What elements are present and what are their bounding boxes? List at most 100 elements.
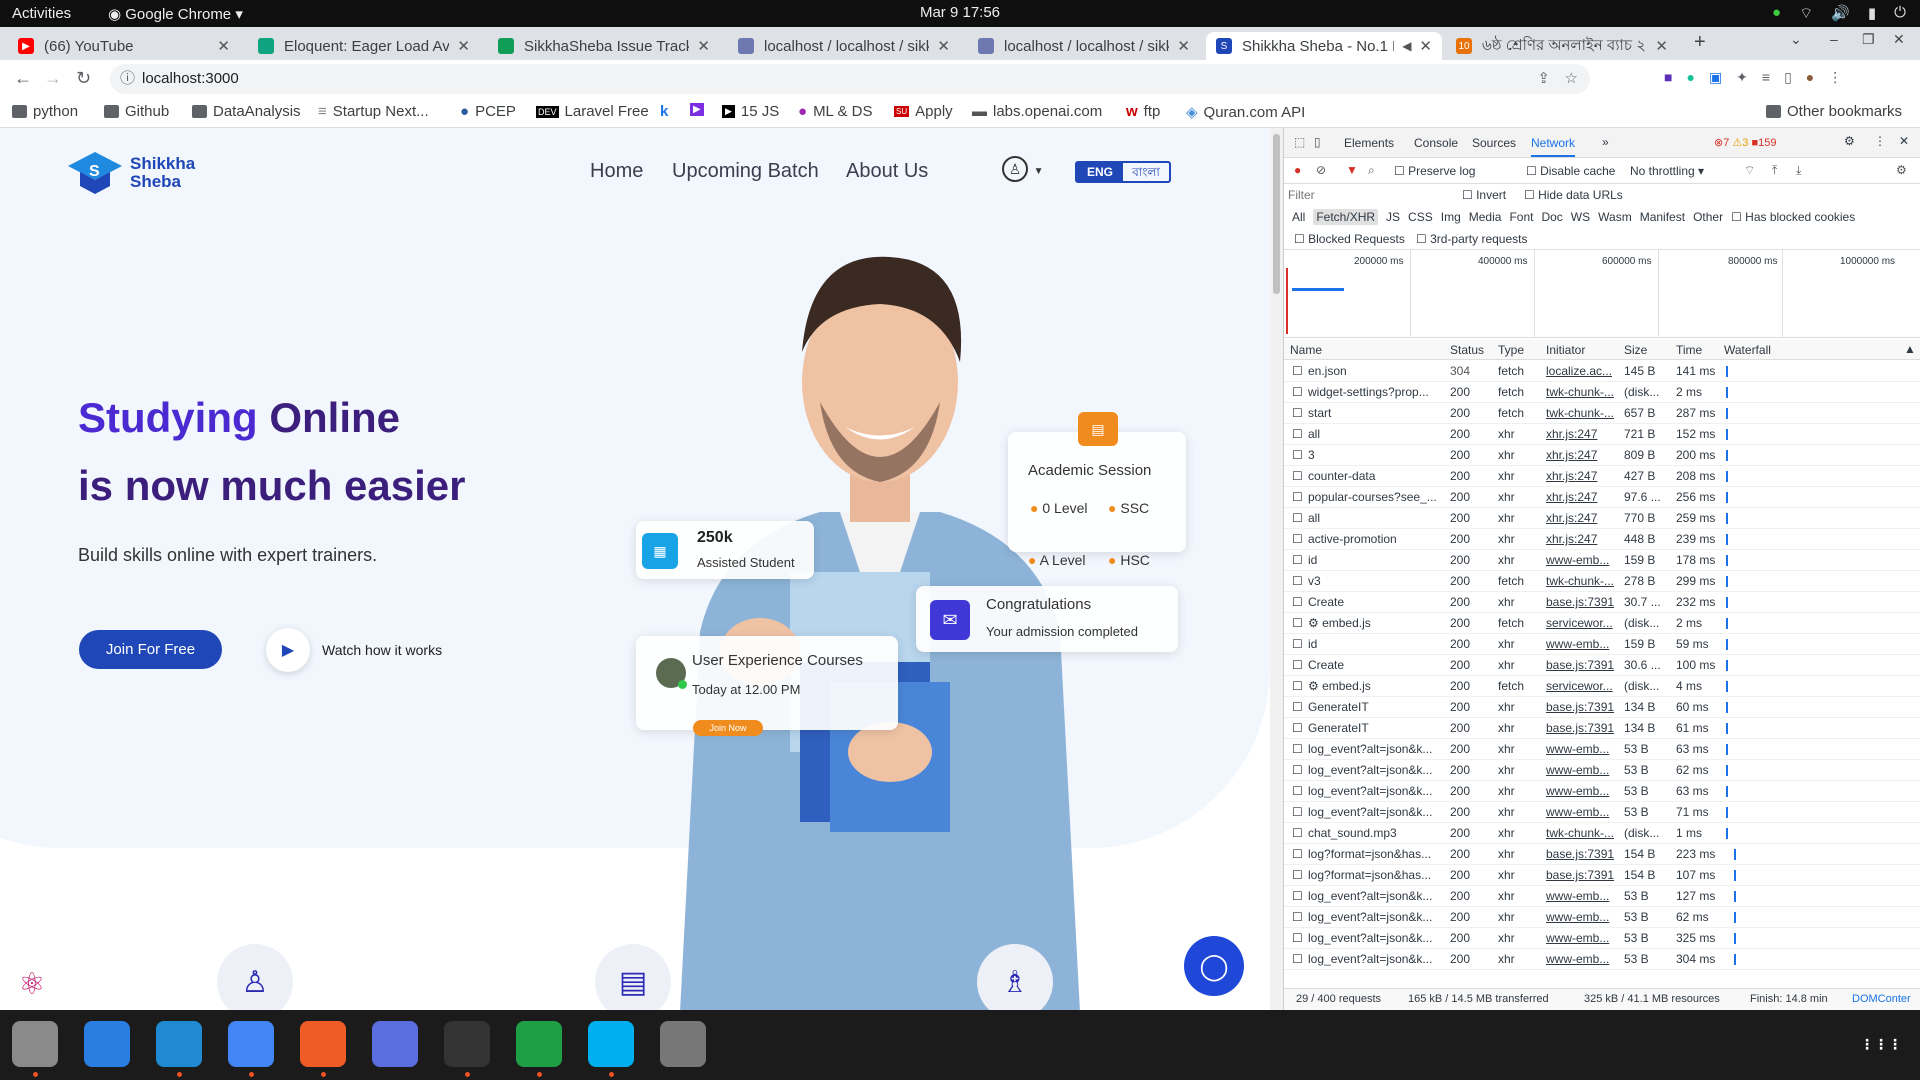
files-app-icon[interactable] xyxy=(12,1021,58,1067)
wifi-icon[interactable]: ⌔ xyxy=(1799,4,1813,23)
request-row[interactable]: ☐ log_event?alt=json&k... 200 xhr www-emb...… xyxy=(1284,907,1920,928)
cell-initiator[interactable]: base.js:7391 xyxy=(1546,844,1620,865)
grammarly-icon[interactable]: ● xyxy=(1686,69,1694,86)
preserve-log-checkbox[interactable]: ☐ Preserve log xyxy=(1394,164,1475,178)
calc-app-icon[interactable] xyxy=(516,1021,562,1067)
extension-icon[interactable]: ▣ xyxy=(1709,69,1722,86)
cell-initiator[interactable]: www-emb... xyxy=(1546,802,1620,823)
close-icon[interactable]: ✕ xyxy=(697,37,710,55)
type-filter-img[interactable]: Img xyxy=(1441,210,1461,224)
column-header-size[interactable]: Size xyxy=(1624,343,1647,357)
clock[interactable]: Mar 9 17:56 xyxy=(0,4,1920,21)
bookmark-dataanalysis[interactable]: DataAnalysis xyxy=(192,103,301,120)
request-row[interactable]: ☐ ⚙ embed.js 200 fetch servicewor... (disk...… xyxy=(1284,676,1920,697)
export-har-icon[interactable]: ⤓ xyxy=(1796,163,1801,178)
cell-initiator[interactable]: www-emb... xyxy=(1546,739,1620,760)
cell-initiator[interactable]: base.js:7391 xyxy=(1546,718,1620,739)
cell-initiator[interactable]: xhr.js:247 xyxy=(1546,445,1620,466)
import-har-icon[interactable]: ⤒ xyxy=(1772,163,1777,178)
system-tray[interactable]: ● ⌔ 🔊 ▮ ⏻ xyxy=(1772,4,1906,23)
hide-data-urls-checkbox[interactable]: ☐ Hide data URLs xyxy=(1524,188,1623,202)
bookmark-startup[interactable]: ≡ Startup Next... xyxy=(318,103,429,120)
forward-button[interactable]: → xyxy=(44,68,62,89)
request-row[interactable]: ☐ v3 200 fetch twk-chunk-... 278 B 299 ms xyxy=(1284,571,1920,592)
column-header-time[interactable]: Time xyxy=(1676,343,1702,357)
writer-app-icon[interactable] xyxy=(84,1021,130,1067)
more-tabs-icon[interactable]: » xyxy=(1602,135,1609,149)
cell-initiator[interactable]: www-emb... xyxy=(1546,886,1620,907)
other-bookmarks[interactable]: Other bookmarks xyxy=(1766,103,1902,120)
settings-gear-icon[interactable]: ⚙ xyxy=(1844,134,1855,148)
close-devtools-icon[interactable]: ✕ xyxy=(1899,134,1909,148)
devtools-tab-sources[interactable]: Sources xyxy=(1472,136,1516,150)
join-now-button[interactable]: Join Now xyxy=(693,720,763,736)
terminal-app-icon[interactable] xyxy=(444,1021,490,1067)
reload-button[interactable]: ↻ xyxy=(76,68,91,89)
bookmark-mlds[interactable]: ● ML & DS xyxy=(798,103,873,120)
disable-cache-checkbox[interactable]: ☐ Disable cache xyxy=(1526,164,1615,178)
lang-bn-button[interactable]: বাংলা xyxy=(1123,163,1169,181)
cell-initiator[interactable]: xhr.js:247 xyxy=(1546,508,1620,529)
cell-initiator[interactable]: twk-chunk-... xyxy=(1546,382,1620,403)
request-row[interactable]: ☐ counter-data 200 xhr xhr.js:247 427 B 208 ms xyxy=(1284,466,1920,487)
bookmark-quran[interactable]: ◈ Quran.com API xyxy=(1186,103,1305,122)
third-party-checkbox[interactable]: ☐ 3rd-party requests xyxy=(1416,232,1527,246)
power-icon[interactable]: ⏻ xyxy=(1894,4,1906,23)
tab-phpmyadmin-1[interactable]: localhost / localhost / sikk ✕ xyxy=(728,32,960,60)
skype-app-icon[interactable] xyxy=(588,1021,634,1067)
request-row[interactable]: ☐ log_event?alt=json&k... 200 xhr www-emb...… xyxy=(1284,739,1920,760)
site-logo[interactable]: S Shikkha Sheba xyxy=(66,150,195,196)
settings-app-icon[interactable] xyxy=(660,1021,706,1067)
request-row[interactable]: ☐ log_event?alt=json&k... 200 xhr www-emb...… xyxy=(1284,781,1920,802)
devtools-tab-console[interactable]: Console xyxy=(1414,136,1458,150)
issues-counter[interactable]: ⊗7 ⚠3 ■159 xyxy=(1714,136,1776,149)
request-row[interactable]: ☐ log_event?alt=json&k... 200 xhr www-emb...… xyxy=(1284,928,1920,949)
nav-about-us[interactable]: About Us xyxy=(846,160,928,183)
cell-initiator[interactable]: www-emb... xyxy=(1546,781,1620,802)
bookmark-star-icon[interactable]: ☆ xyxy=(1565,64,1578,94)
back-button[interactable]: ← xyxy=(14,68,32,89)
address-bar[interactable]: ⓘ localhost:3000 ⇪ ☆ xyxy=(110,64,1590,94)
request-row[interactable]: ☐ Create 200 xhr base.js:7391 30.6 ... 100 ms xyxy=(1284,655,1920,676)
bookmark-ftp[interactable]: w ftp xyxy=(1126,103,1160,120)
type-filter-font[interactable]: Font xyxy=(1509,210,1533,224)
request-row[interactable]: ☐ Create 200 xhr base.js:7391 30.7 ... 232 ms xyxy=(1284,592,1920,613)
request-row[interactable]: ☐ chat_sound.mp3 200 xhr twk-chunk-... (disk.… xyxy=(1284,823,1920,844)
cell-initiator[interactable]: base.js:7391 xyxy=(1546,697,1620,718)
invert-checkbox[interactable]: ☐ Invert xyxy=(1462,188,1506,202)
throttling-select[interactable]: No throttling ▾ xyxy=(1630,164,1704,178)
chat-widget-button[interactable]: ◯ xyxy=(1184,936,1244,996)
column-header-type[interactable]: Type xyxy=(1498,343,1524,357)
cell-initiator[interactable]: www-emb... xyxy=(1546,550,1620,571)
tab-youtube[interactable]: ▶ (66) YouTube ✕ xyxy=(8,32,240,60)
volume-icon[interactable]: 🔊 xyxy=(1831,4,1850,23)
show-apps-icon[interactable]: ⋮⋮⋮ xyxy=(1858,1021,1904,1067)
inspect-icon[interactable]: ⬚ xyxy=(1294,135,1305,149)
mute-icon[interactable]: ◀ xyxy=(1402,39,1411,53)
tab-bangla-batch[interactable]: 10 ৬ষ্ঠ শ্রেণির অনলাইন ব্যাচ ২০২৩ ✕ xyxy=(1446,32,1678,60)
menu-icon[interactable]: ⋮ xyxy=(1828,69,1842,86)
devtools-tab-elements[interactable]: Elements xyxy=(1344,136,1394,150)
cell-initiator[interactable]: www-emb... xyxy=(1546,928,1620,949)
request-row[interactable]: ☐ log?format=json&has... 200 xhr base.js:739… xyxy=(1284,865,1920,886)
cell-initiator[interactable]: www-emb... xyxy=(1546,949,1620,970)
request-row[interactable]: ☐ popular-courses?see_... 200 xhr xhr.js:247… xyxy=(1284,487,1920,508)
request-row[interactable]: ☐ all 200 xhr xhr.js:247 721 B 152 ms xyxy=(1284,424,1920,445)
type-filter-fetch-xhr[interactable]: Fetch/XHR xyxy=(1313,209,1379,225)
request-row[interactable]: ☐ widget-settings?prop... 200 fetch twk-chun… xyxy=(1284,382,1920,403)
request-row[interactable]: ☐ 3 200 xhr xhr.js:247 809 B 200 ms xyxy=(1284,445,1920,466)
tab-search-button[interactable]: ⌄ xyxy=(1790,31,1802,48)
network-overview[interactable]: 200000 ms 400000 ms 600000 ms 800000 ms … xyxy=(1284,250,1920,338)
watch-video-button[interactable]: ▶ Watch how it works xyxy=(266,628,442,672)
cell-initiator[interactable]: localize.ac... xyxy=(1546,361,1620,382)
update-icon[interactable]: ● xyxy=(1772,4,1781,23)
battery-icon[interactable]: ▮ xyxy=(1868,4,1876,23)
cell-initiator[interactable]: xhr.js:247 xyxy=(1546,466,1620,487)
chrome-app-icon[interactable] xyxy=(228,1021,274,1067)
lang-eng-button[interactable]: ENG xyxy=(1077,163,1123,181)
close-icon[interactable]: ✕ xyxy=(457,37,470,55)
search-icon[interactable]: ⌕ xyxy=(1368,163,1375,178)
tab-eloquent[interactable]: Eloquent: Eager Load Ave ✕ xyxy=(248,32,480,60)
column-header-status[interactable]: Status xyxy=(1450,343,1484,357)
nav-upcoming-batch[interactable]: Upcoming Batch xyxy=(672,160,819,183)
